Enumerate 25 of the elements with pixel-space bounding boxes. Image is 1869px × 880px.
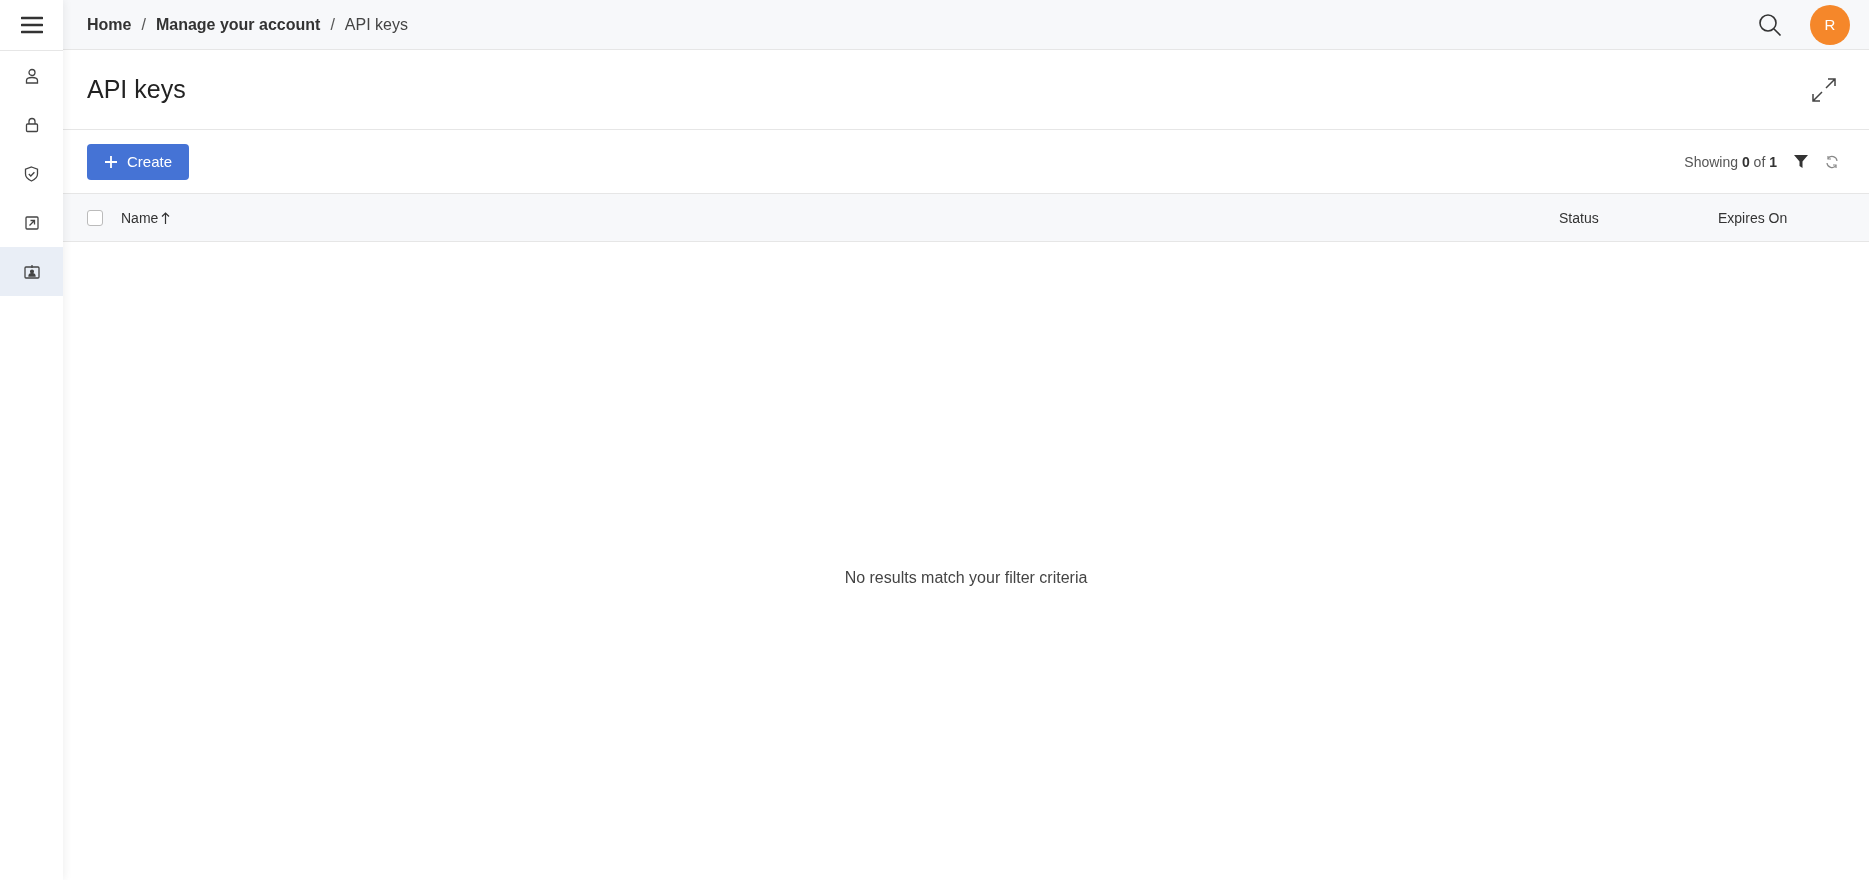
search-icon[interactable]: [1758, 12, 1782, 37]
sidebar-item[interactable]: [0, 247, 63, 296]
refresh-icon[interactable]: [1825, 154, 1839, 169]
create-button[interactable]: Create: [87, 143, 190, 180]
person-icon: [24, 67, 39, 84]
breadcrumb-link[interactable]: Manage your account: [155, 15, 321, 34]
empty-message: No results match your filter criteria: [844, 569, 1088, 588]
breadcrumb-separator: /: [141, 15, 146, 34]
external-link-icon: [24, 215, 39, 230]
page-title: API keys: [87, 75, 186, 104]
select-all-checkbox[interactable]: [87, 209, 103, 226]
breadcrumb-current: API keys: [344, 15, 408, 34]
column-header[interactable]: Expires On: [1718, 209, 1869, 226]
breadcrumb-separator: /: [330, 15, 335, 34]
breadcrumb-link[interactable]: Home: [87, 15, 132, 34]
filter-icon[interactable]: [1794, 155, 1808, 168]
column-header[interactable]: Name: [121, 209, 1559, 226]
shield-check-icon: [24, 165, 39, 182]
plus-icon: [105, 155, 117, 168]
result-count: Showing 0 of 1: [1684, 153, 1777, 170]
id-badge-icon: [23, 264, 40, 279]
menu-icon[interactable]: [20, 16, 43, 34]
column-header[interactable]: Status: [1559, 209, 1718, 226]
expand-icon[interactable]: [1811, 76, 1837, 103]
lock-icon: [24, 116, 39, 133]
